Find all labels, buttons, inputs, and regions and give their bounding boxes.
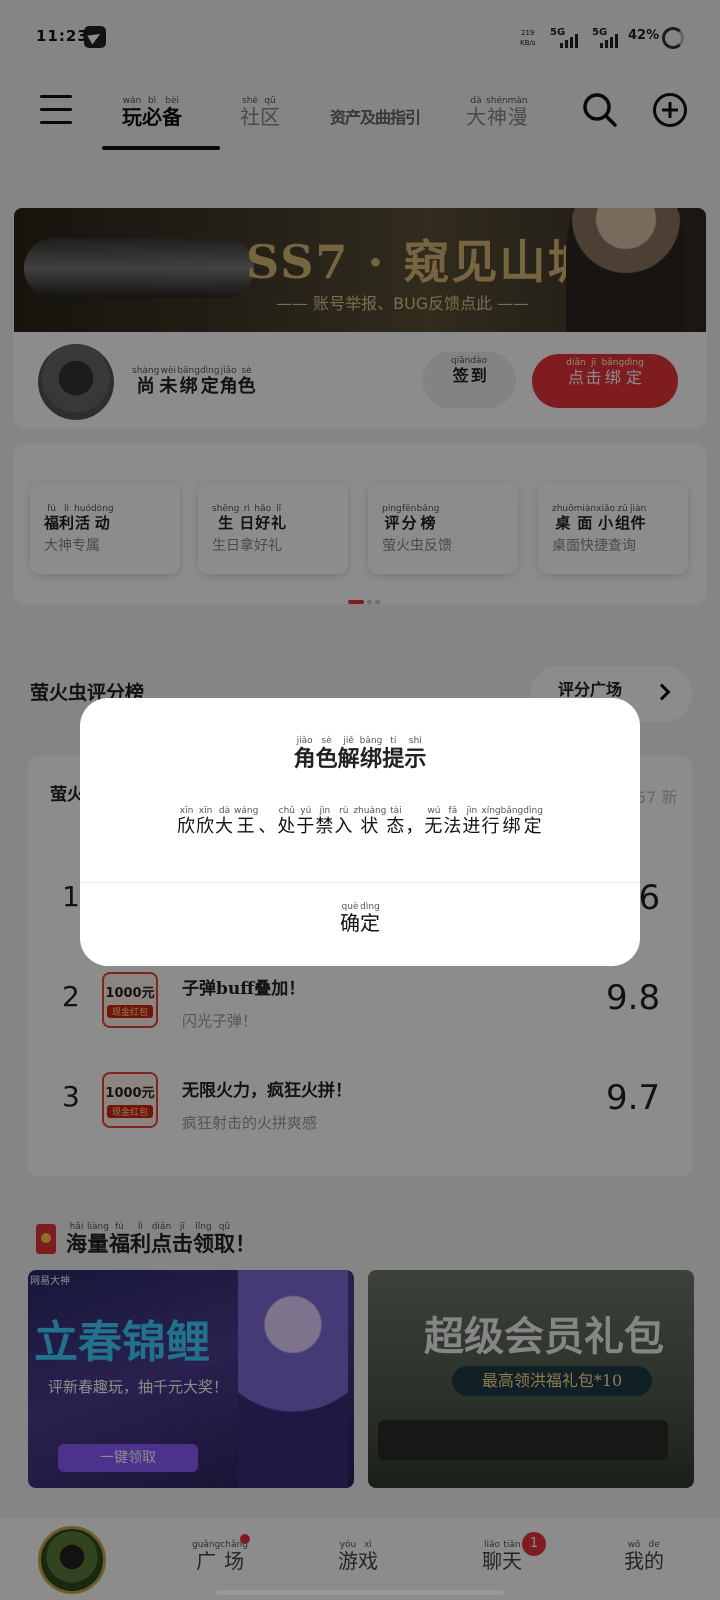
dialog-message: 欣xīn欣xīn大dà王wáng、处chǔ于yú禁jìn入rù状zhuàng态t… <box>177 806 543 837</box>
home-indicator[interactable] <box>216 1590 504 1595</box>
unbind-dialog: 角jiǎo色sè解jiě绑bǎng提tí示shì 欣xīn欣xīn大dà王wán… <box>80 698 640 966</box>
dialog-title: 角jiǎo色sè解jiě绑bǎng提tí示shì <box>293 736 427 772</box>
confirm-button[interactable]: 确què定dìng <box>80 883 640 966</box>
